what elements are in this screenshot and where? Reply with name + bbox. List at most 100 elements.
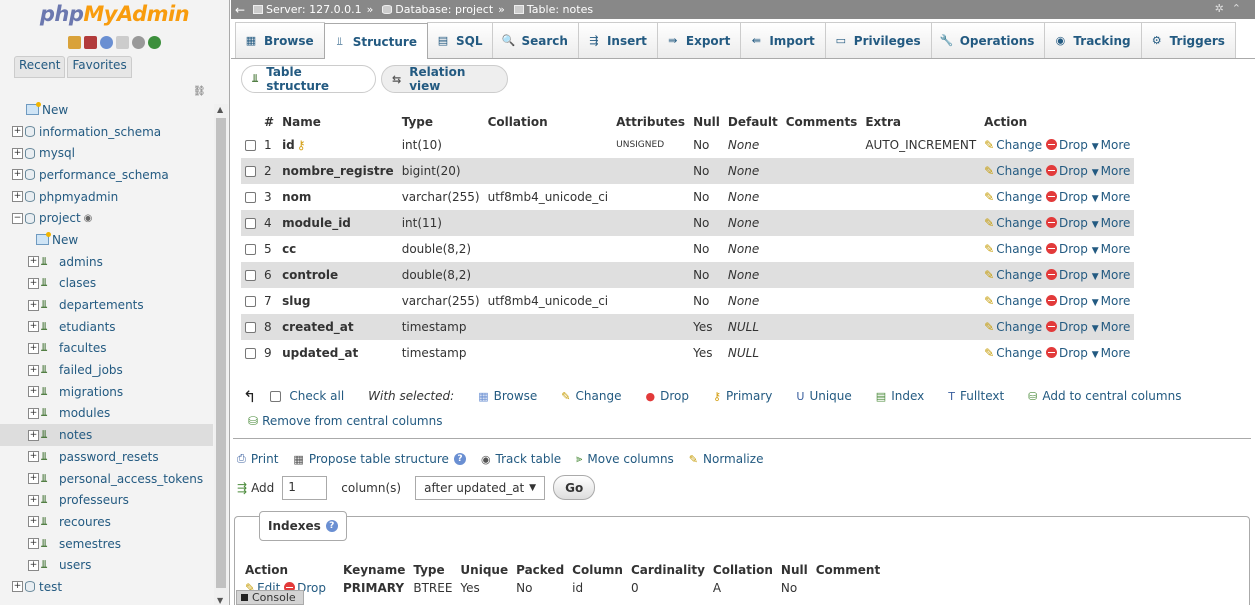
- more-dropdown[interactable]: ▼ More: [1092, 216, 1131, 230]
- drop-button[interactable]: Drop: [1046, 138, 1088, 152]
- change-button[interactable]: ✎ Change: [984, 320, 1042, 334]
- nav-item-facultes[interactable]: + ⫫ facultes: [0, 338, 213, 360]
- bulk-primary-button[interactable]: ⚷ Primary: [713, 389, 772, 403]
- tab-operations[interactable]: 🔧 Operations: [930, 22, 1046, 58]
- expand-icon[interactable]: +: [28, 407, 39, 419]
- nav-item-failed-jobs[interactable]: + ⫫ failed_jobs: [0, 359, 213, 381]
- link-with-main-icon[interactable]: ⛓: [193, 86, 206, 97]
- expand-icon[interactable]: +: [28, 342, 39, 354]
- row-checkbox[interactable]: [245, 140, 256, 151]
- bulk-fulltext-button[interactable]: T Fulltext: [948, 389, 1004, 403]
- change-button[interactable]: ✎ Change: [984, 138, 1042, 152]
- scroll-down-icon[interactable]: ▼: [217, 596, 223, 605]
- nav-scrollbar[interactable]: ▲ ▼: [214, 104, 228, 605]
- expand-icon[interactable]: +: [28, 516, 39, 528]
- more-dropdown[interactable]: ▼ More: [1092, 268, 1131, 282]
- change-button[interactable]: ✎ Change: [984, 268, 1042, 282]
- nav-item-etudiants[interactable]: + ⫫ etudiants: [0, 316, 213, 338]
- drop-button[interactable]: Drop: [1046, 346, 1088, 360]
- nav-item-phpmyadmin[interactable]: + phpmyadmin: [0, 186, 213, 208]
- bulk-drop-button[interactable]: ● Drop: [645, 389, 688, 403]
- indexes-legend[interactable]: Indexes?: [259, 511, 347, 541]
- nav-item-migrations[interactable]: + ⫫ migrations: [0, 381, 213, 403]
- drop-button[interactable]: Drop: [1046, 190, 1088, 204]
- move-columns-button[interactable]: ⫸ Move columns: [576, 452, 674, 466]
- expand-icon[interactable]: +: [28, 429, 39, 441]
- row-checkbox[interactable]: [245, 270, 256, 281]
- expand-icon[interactable]: +: [28, 559, 39, 571]
- help-icon[interactable]: ?: [453, 453, 466, 465]
- bulk-index-button[interactable]: ▤ Index: [876, 389, 924, 403]
- expand-icon[interactable]: +: [28, 364, 39, 376]
- print-button[interactable]: ⎙ Print: [237, 452, 278, 466]
- expand-icon[interactable]: +: [28, 473, 39, 485]
- change-button[interactable]: ✎ Change: [984, 294, 1042, 308]
- go-button[interactable]: Go: [553, 475, 596, 500]
- propose-structure-button[interactable]: ▦ Propose table structure?: [293, 452, 466, 466]
- nav-item-personal-access-tokens[interactable]: + ⫫ personal_access_tokens: [0, 468, 213, 490]
- column-position-select[interactable]: after updated_at ▼: [415, 475, 546, 500]
- scrollbar-thumb[interactable]: [216, 118, 226, 588]
- column-count-input[interactable]: 1: [282, 475, 328, 500]
- bulk-browse-button[interactable]: ▦ Browse: [478, 389, 537, 403]
- settings-icon[interactable]: [132, 35, 145, 49]
- change-button[interactable]: ✎ Change: [984, 346, 1042, 360]
- nav-item-test[interactable]: + test: [0, 576, 213, 598]
- nav-item-clases[interactable]: + ⫫ clases: [0, 273, 213, 295]
- expand-icon[interactable]: +: [12, 581, 23, 593]
- bulk-add-to-central-columns-button[interactable]: ⛁ Add to central columns: [1028, 389, 1181, 403]
- tab-browse[interactable]: ▦ Browse: [235, 22, 325, 58]
- more-dropdown[interactable]: ▼ More: [1092, 320, 1131, 334]
- nav-item-password-resets[interactable]: + ⫫ password_resets: [0, 446, 213, 468]
- subtab-table-structure[interactable]: ⫫ Table structure: [241, 65, 376, 93]
- nav-item-semestres[interactable]: + ⫫ semestres: [0, 533, 213, 555]
- help-icon[interactable]: ?: [325, 520, 338, 532]
- row-checkbox[interactable]: [245, 296, 256, 307]
- docs-icon[interactable]: [116, 35, 129, 49]
- nav-item-project[interactable]: − project ◉: [0, 207, 213, 229]
- drop-button[interactable]: Drop: [1046, 216, 1088, 230]
- collapse-all-icon[interactable]: ⌃: [1232, 2, 1249, 15]
- expand-icon[interactable]: +: [28, 451, 39, 463]
- more-dropdown[interactable]: ▼ More: [1092, 242, 1131, 256]
- tab-import[interactable]: ⇚ Import: [740, 22, 826, 58]
- more-dropdown[interactable]: ▼ More: [1092, 346, 1131, 360]
- scroll-up-icon[interactable]: ▲: [217, 105, 223, 114]
- nav-item-New[interactable]: New: [0, 229, 213, 251]
- subtab-relation-view[interactable]: ⇆ Relation view: [381, 65, 508, 93]
- nav-item-recoures[interactable]: + ⫫ recoures: [0, 511, 213, 533]
- breadcrumb-table[interactable]: Table: notes: [527, 3, 593, 16]
- drop-button[interactable]: Drop: [1046, 320, 1088, 334]
- normalize-button[interactable]: ✎ Normalize: [689, 452, 764, 466]
- tab-triggers[interactable]: ⚙ Triggers: [1140, 22, 1236, 58]
- drop-button[interactable]: Drop: [1046, 268, 1088, 282]
- expand-icon[interactable]: +: [28, 538, 39, 550]
- expand-icon[interactable]: +: [28, 321, 39, 333]
- bulk-change-button[interactable]: ✎ Change: [561, 389, 621, 403]
- phpmyadmin-logo[interactable]: phpMyAdmin: [0, 0, 229, 32]
- tab-search[interactable]: 🔍 Search: [492, 22, 579, 58]
- expand-icon[interactable]: +: [12, 191, 23, 203]
- row-checkbox[interactable]: [245, 322, 256, 333]
- collapse-nav-icon[interactable]: ←: [231, 3, 249, 17]
- nav-item-New[interactable]: New: [0, 99, 213, 121]
- tab-privileges[interactable]: ▭ Privileges: [824, 22, 932, 58]
- tab-favorites[interactable]: Favorites: [67, 56, 132, 78]
- more-dropdown[interactable]: ▼ More: [1092, 294, 1131, 308]
- row-checkbox[interactable]: [245, 244, 256, 255]
- nav-item-performance-schema[interactable]: + performance_schema: [0, 164, 213, 186]
- help-icon[interactable]: [100, 35, 113, 49]
- drop-button[interactable]: Drop: [1046, 164, 1088, 178]
- nav-item-information-schema[interactable]: + information_schema: [0, 121, 213, 143]
- nav-item-mysql[interactable]: + mysql: [0, 142, 213, 164]
- logout-icon[interactable]: [84, 35, 97, 49]
- check-all-label[interactable]: Check all: [289, 389, 344, 403]
- nav-item-professeurs[interactable]: + ⫫ professeurs: [0, 489, 213, 511]
- expand-icon[interactable]: +: [12, 126, 23, 138]
- nav-item-departements[interactable]: + ⫫ departements: [0, 294, 213, 316]
- change-button[interactable]: ✎ Change: [984, 216, 1042, 230]
- change-button[interactable]: ✎ Change: [984, 242, 1042, 256]
- change-button[interactable]: ✎ Change: [984, 190, 1042, 204]
- tab-insert[interactable]: ⇶ Insert: [577, 22, 658, 58]
- expand-icon[interactable]: +: [28, 299, 39, 311]
